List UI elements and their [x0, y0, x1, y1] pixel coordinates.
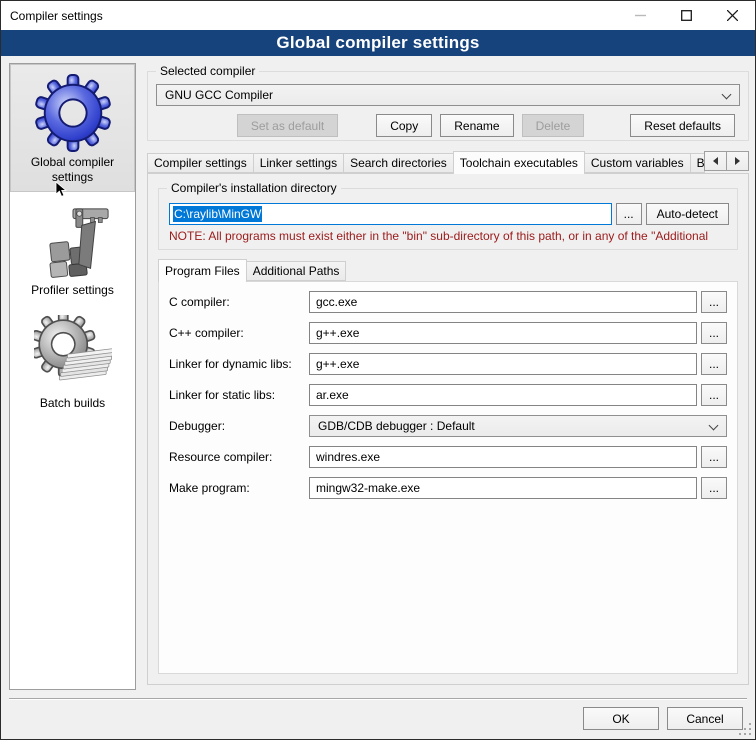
ok-button[interactable]: OK	[583, 707, 659, 730]
field-row-c-compiler: C compiler: gcc.exe ...	[169, 291, 727, 313]
page-title: Global compiler settings	[1, 30, 755, 56]
set-as-default-button[interactable]: Set as default	[237, 114, 338, 137]
resize-grip[interactable]	[739, 723, 752, 736]
rename-button[interactable]: Rename	[440, 114, 513, 137]
tab-scroll-buttons	[704, 151, 749, 171]
tab-program-files[interactable]: Program Files	[158, 259, 247, 282]
linker-static-browse-button[interactable]: ...	[701, 384, 727, 406]
make-program-input[interactable]: mingw32-make.exe	[309, 477, 697, 499]
selected-compiler-group: Selected compiler GNU GCC Compiler Set a…	[147, 71, 749, 141]
compiler-settings-dialog: { "window": { "title": "Compiler setting…	[0, 0, 756, 740]
field-value: ar.exe	[316, 388, 349, 402]
minimize-icon	[635, 10, 646, 21]
c-compiler-input[interactable]: gcc.exe	[309, 291, 697, 313]
field-row-make-program: Make program: mingw32-make.exe ...	[169, 477, 727, 499]
field-row-cpp-compiler: C++ compiler: g++.exe ...	[169, 322, 727, 344]
c-compiler-browse-button[interactable]: ...	[701, 291, 727, 313]
installation-directory-input[interactable]: C:\raylib\MinGW	[169, 203, 612, 225]
sidebar-item-global-compiler-settings[interactable]: Global compiler settings	[10, 64, 135, 192]
compiler-buttons-row: Set as default Copy Rename Delete Reset …	[148, 114, 735, 137]
field-row-linker-dynamic: Linker for dynamic libs: g++.exe ...	[169, 353, 727, 375]
resource-compiler-input[interactable]: windres.exe	[309, 446, 697, 468]
make-program-browse-button[interactable]: ...	[701, 477, 727, 499]
chevron-down-icon	[709, 421, 719, 431]
field-row-resource-compiler: Resource compiler: windres.exe ...	[169, 446, 727, 468]
sidebar: Global compiler settings Profiler settin…	[9, 63, 136, 690]
program-files-tabbar: Program Files Additional Paths	[158, 259, 748, 281]
cancel-button[interactable]: Cancel	[667, 707, 743, 730]
titlebar: Compiler settings	[1, 1, 755, 30]
installation-directory-row: C:\raylib\MinGW ... Auto-detect	[169, 203, 729, 225]
field-value: gcc.exe	[316, 295, 357, 309]
installation-directory-browse-button[interactable]: ...	[616, 203, 642, 225]
copy-button[interactable]: Copy	[376, 114, 432, 137]
arrow-right-icon	[735, 157, 740, 165]
field-value: g++.exe	[316, 357, 359, 371]
maximize-button[interactable]	[663, 1, 709, 30]
tab-build-options-truncated[interactable]: Builc	[690, 153, 705, 173]
installation-directory-group-label: Compiler's installation directory	[167, 181, 341, 196]
gear-stack-icon	[34, 315, 112, 393]
maximize-icon	[681, 10, 692, 21]
debugger-select-value: GDB/CDB debugger : Default	[318, 419, 475, 433]
chevron-down-icon	[722, 90, 732, 100]
toolchain-executables-pane: Compiler's installation directory C:\ray…	[147, 173, 749, 685]
installation-directory-group: Compiler's installation directory C:\ray…	[158, 188, 738, 250]
close-button[interactable]	[709, 1, 755, 30]
minimize-button[interactable]	[617, 1, 663, 30]
close-icon	[727, 10, 738, 21]
field-value: g++.exe	[316, 326, 359, 340]
tab-linker-settings[interactable]: Linker settings	[253, 153, 344, 173]
sidebar-item-profiler-settings[interactable]: Profiler settings	[10, 192, 135, 305]
sidebar-item-label: Profiler settings	[31, 283, 114, 298]
field-label: Make program:	[169, 481, 309, 495]
mouse-cursor	[55, 181, 67, 198]
selected-compiler-group-label: Selected compiler	[156, 64, 259, 79]
resource-compiler-browse-button[interactable]: ...	[701, 446, 727, 468]
field-label: Linker for dynamic libs:	[169, 357, 309, 371]
reset-defaults-button[interactable]: Reset defaults	[630, 114, 735, 137]
field-label: C++ compiler:	[169, 326, 309, 340]
field-value: windres.exe	[316, 450, 380, 464]
main-panel: Selected compiler GNU GCC Compiler Set a…	[147, 63, 749, 685]
linker-dynamic-input[interactable]: g++.exe	[309, 353, 697, 375]
cpp-compiler-input[interactable]: g++.exe	[309, 322, 697, 344]
sidebar-item-label: Batch builds	[40, 396, 105, 411]
tab-scroll-left-button[interactable]	[704, 151, 727, 171]
settings-tabbar: Compiler settings Linker settings Search…	[147, 151, 749, 173]
arrow-left-icon	[713, 157, 718, 165]
caliper-icon	[34, 202, 112, 280]
installation-directory-value: C:\raylib\MinGW	[173, 206, 262, 222]
compiler-select[interactable]: GNU GCC Compiler	[156, 84, 740, 106]
tab-additional-paths[interactable]: Additional Paths	[246, 261, 347, 281]
tab-scroll-right-button[interactable]	[726, 151, 749, 171]
field-label: Debugger:	[169, 419, 309, 433]
field-label: C compiler:	[169, 295, 309, 309]
debugger-select[interactable]: GDB/CDB debugger : Default	[309, 415, 727, 437]
cpp-compiler-browse-button[interactable]: ...	[701, 322, 727, 344]
linker-dynamic-browse-button[interactable]: ...	[701, 353, 727, 375]
field-row-debugger: Debugger: GDB/CDB debugger : Default	[169, 415, 727, 437]
delete-button[interactable]: Delete	[522, 114, 585, 137]
tab-compiler-settings[interactable]: Compiler settings	[147, 153, 254, 173]
field-value: mingw32-make.exe	[316, 481, 420, 495]
window-controls	[617, 1, 755, 30]
bin-subdirectory-note: NOTE: All programs must exist either in …	[169, 229, 727, 244]
sidebar-item-batch-builds[interactable]: Batch builds	[10, 305, 135, 418]
footer-divider	[9, 698, 747, 700]
field-row-linker-static: Linker for static libs: ar.exe ...	[169, 384, 727, 406]
field-label: Resource compiler:	[169, 450, 309, 464]
tab-search-directories[interactable]: Search directories	[343, 153, 454, 173]
program-files-page: C compiler: gcc.exe ... C++ compiler: g+…	[158, 281, 738, 674]
tab-toolchain-executables[interactable]: Toolchain executables	[453, 151, 585, 174]
auto-detect-button[interactable]: Auto-detect	[646, 203, 729, 225]
linker-static-input[interactable]: ar.exe	[309, 384, 697, 406]
field-label: Linker for static libs:	[169, 388, 309, 402]
sidebar-item-label: Global compiler settings	[13, 155, 132, 185]
window-title: Compiler settings	[10, 9, 103, 23]
footer-buttons: OK Cancel	[583, 707, 743, 730]
gear-blue-icon	[34, 74, 112, 152]
compiler-select-value: GNU GCC Compiler	[165, 88, 273, 102]
tab-custom-variables[interactable]: Custom variables	[584, 153, 691, 173]
